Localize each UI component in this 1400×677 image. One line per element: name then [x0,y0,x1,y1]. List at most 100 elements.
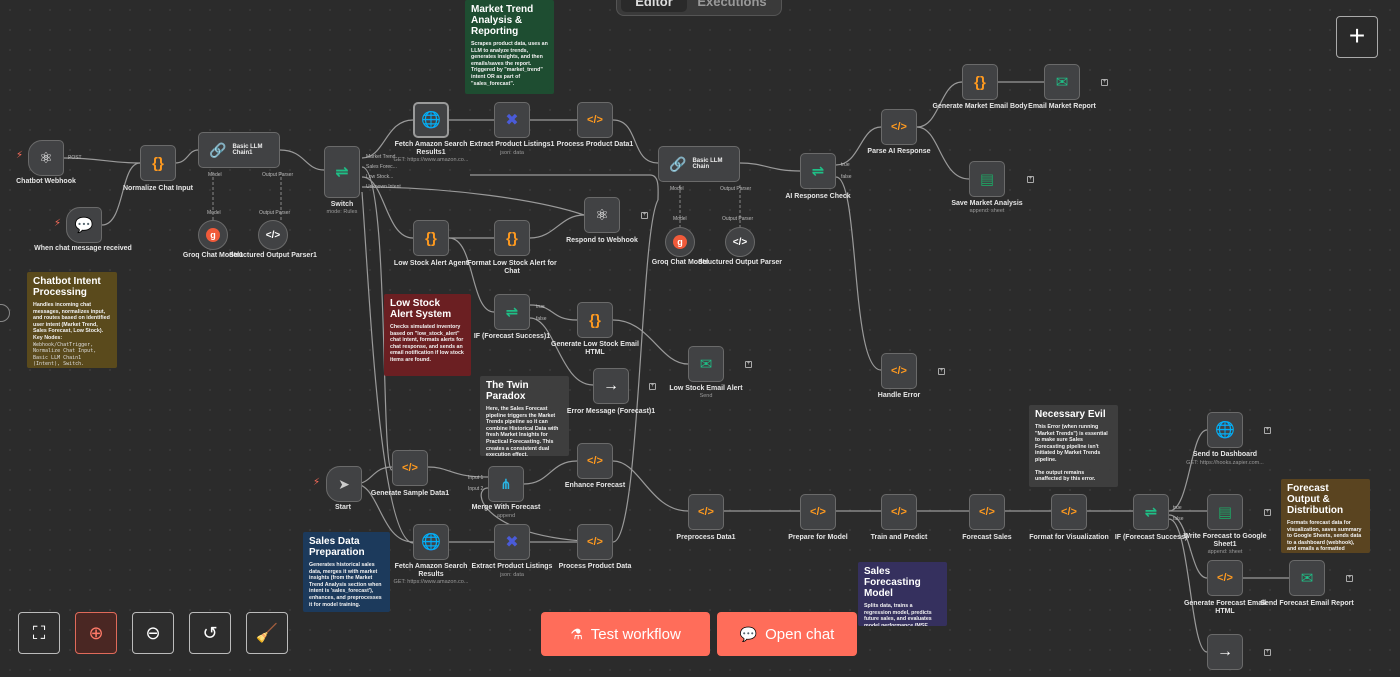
node-process-product-data[interactable]: </> [577,524,613,560]
node-forecast-sales[interactable]: </> [969,494,1005,530]
switch-icon: ⇌ [335,164,349,181]
node-basic-llm-chain1[interactable]: 🔗 Basic LLM Chain1 [198,132,280,168]
node-generate-market-email-body[interactable]: {} [962,64,998,100]
add-connection-icon[interactable]: + [938,368,945,375]
node-label: IF (Forecast Success)1 [473,333,551,340]
node-low-stock-alert-agent[interactable]: {} [413,220,449,256]
add-node-button[interactable]: + [1336,16,1378,58]
node-fetch-amazon-search-results[interactable]: 🌐 [413,524,449,560]
add-connection-icon[interactable]: + [1264,509,1271,516]
node-respond-to-webhook[interactable]: ⚛ [584,197,620,233]
node-error-message-forecast1[interactable]: → [593,368,629,404]
add-connection-icon[interactable]: + [1264,427,1271,434]
fit-view-button[interactable]: ⛶ [18,612,60,654]
note-title: Sales Forecasting Model [864,566,921,599]
node-subtitle: json: data [500,150,524,156]
node-chat-trigger[interactable]: 💬 [66,207,102,243]
node-prepare-for-model[interactable]: </> [800,494,836,530]
node-chatbot-webhook[interactable]: ⚛ [28,140,64,176]
node-if-forecast-success[interactable]: ⇌ [1133,494,1169,530]
node-switch[interactable]: ⇌ [324,146,360,198]
node-save-market-analysis[interactable]: ▤ [969,161,1005,197]
node-ai-response-check[interactable]: ⇌ [800,153,836,189]
note-chatbot-intent[interactable]: Chatbot Intent Processing Handles incomi… [27,272,117,368]
node-fetch-amazon-search-results1[interactable]: 🌐 [413,102,449,138]
node-groq-chat-model1[interactable]: g [198,220,228,250]
node-generate-low-stock-email-html[interactable]: {} [577,302,613,338]
test-workflow-button[interactable]: ⚗ Test workflow [541,612,710,656]
node-label: Basic LLM Chain [692,158,723,170]
reset-zoom-button[interactable]: ↺ [189,612,231,654]
add-connection-icon[interactable]: + [649,383,656,390]
zoom-in-button[interactable]: ⊕ [75,612,117,654]
add-connection-icon[interactable]: + [1027,176,1034,183]
node-send-forecast-email-report[interactable]: ✉ [1289,560,1325,596]
globe-icon: 🌐 [1215,422,1235,439]
node-structured-output-parser1[interactable]: </> [258,220,288,250]
add-connection-icon[interactable]: + [1346,575,1353,582]
node-groq-chat-model[interactable]: g [665,227,695,257]
node-generate-sample-data1[interactable]: </> [392,450,428,486]
node-email-market-report[interactable]: ✉ [1044,64,1080,100]
node-if-forecast-success1[interactable]: ⇌ [494,294,530,330]
node-merge-with-forecast[interactable]: ⋔ [488,466,524,502]
node-subtitle: append [496,513,516,519]
node-label: Structured Output Parser1 [229,252,317,259]
note-forecast-output[interactable]: Forecast Output & Distribution Formats f… [1281,479,1370,553]
zoom-out-button[interactable]: ⊖ [132,612,174,654]
code-icon: </> [891,365,907,377]
note-sales-data-prep[interactable]: Sales Data Preparation Generates histori… [303,532,390,612]
connection-wires [63,81,1289,653]
note-sales-forecasting-model[interactable]: Sales Forecasting Model Splits data, tra… [858,562,947,626]
node-format-for-visualization[interactable]: </> [1051,494,1087,530]
node-send-to-dashboard[interactable]: 🌐 [1207,412,1243,448]
node-process-product-data1[interactable]: </> [577,102,613,138]
note-low-stock[interactable]: Low Stock Alert System Checks simulated … [384,294,471,376]
node-parse-ai-response[interactable]: </> [881,109,917,145]
node-subtitle: json: data [500,572,524,578]
node-write-forecast-google-sheet1[interactable]: ▤ [1207,494,1243,530]
node-normalize-chat-input[interactable]: {} [140,145,176,181]
note-market-trend[interactable]: Market Trend Analysis & Reporting Scrape… [465,0,554,94]
node-label: Normalize Chat Input [122,185,193,192]
add-connection-icon[interactable]: + [1264,649,1271,656]
node-preprocess-data1[interactable]: </> [688,494,724,530]
node-start[interactable]: ➤ [326,466,362,502]
add-connection-icon[interactable]: + [641,212,648,219]
node-label: Structured Output Parser [697,259,782,266]
if-icon: ⇌ [1144,504,1158,521]
node-no-op[interactable]: → [1207,634,1243,670]
tab-editor[interactable]: Editor [621,0,687,12]
node-extract-product-listings[interactable]: ✖ [494,524,530,560]
node-extract-product-listings1[interactable]: ✖ [494,102,530,138]
port-label: Input 1 [468,475,484,481]
tidy-up-button[interactable]: 🧹 [246,612,288,654]
open-chat-button[interactable]: 💬 Open chat [717,612,857,656]
node-structured-output-parser[interactable]: </> [725,227,755,257]
note-twin-paradox[interactable]: The Twin Paradox Here, the Sales Forecas… [480,376,569,456]
add-connection-icon[interactable]: + [745,361,752,368]
node-label: Chatbot Webhook [16,178,76,185]
merge-icon: ⋔ [500,475,512,492]
node-label: Send Forecast Email Report [1260,600,1354,607]
plus-icon: + [1348,20,1366,51]
node-label: AI Response Check [785,193,851,200]
left-panel-handle[interactable] [0,304,10,322]
add-connection-icon[interactable]: + [1101,79,1108,86]
link-icon: 🔗 [209,141,227,158]
node-generate-forecast-email-html[interactable]: </> [1207,560,1243,596]
node-label: Parse AI Response [867,148,931,155]
extract-icon: ✖ [505,534,519,551]
note-title: Forecast Output & Distribution [1287,483,1344,516]
webhook-icon: ⚛ [39,150,53,167]
node-handle-error[interactable]: </> [881,353,917,389]
node-basic-llm-chain[interactable]: 🔗 Basic LLM Chain [658,146,740,182]
note-necessary-evil[interactable]: Necessary Evil This Error (when running … [1029,405,1118,487]
node-enhance-forecast[interactable]: </> [577,443,613,479]
tab-executions[interactable]: Executions [687,0,777,15]
note-body: Handles incoming chat messages, normaliz… [33,302,110,341]
node-format-low-stock-alert[interactable]: {} [494,220,530,256]
webhook-icon: ⚛ [595,207,609,224]
node-low-stock-email-alert[interactable]: ✉ [688,346,724,382]
node-train-and-predict[interactable]: </> [881,494,917,530]
